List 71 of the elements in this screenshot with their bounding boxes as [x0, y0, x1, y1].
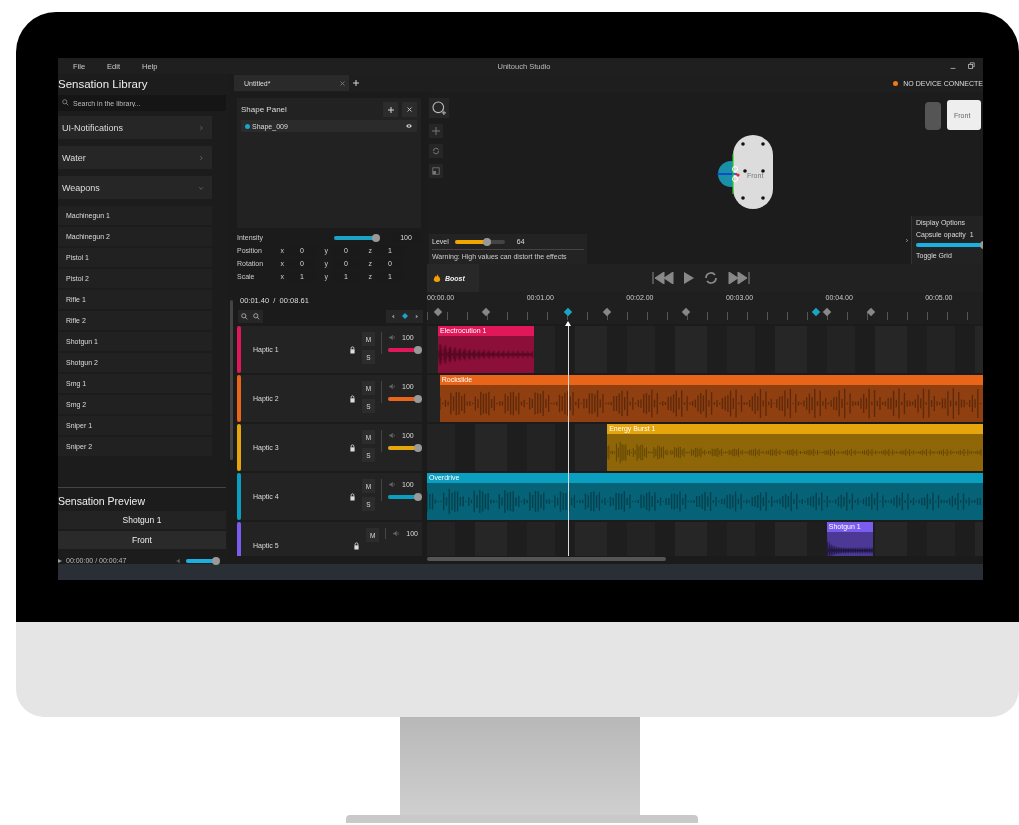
keyframe-icon[interactable] — [602, 307, 612, 317]
zoom-out-icon — [253, 312, 260, 320]
lock-icon[interactable] — [353, 541, 361, 550]
slider-thumb[interactable] — [482, 237, 491, 246]
horizontal-scrollbar[interactable] — [427, 557, 667, 561]
vertical-scrollbar[interactable] — [229, 300, 233, 460]
lock-icon[interactable] — [349, 394, 356, 403]
eye-icon[interactable] — [405, 123, 413, 129]
preview-sensation[interactable]: Shotgun 1 — [58, 511, 226, 529]
lock-icon[interactable] — [349, 492, 356, 501]
slider-thumb[interactable] — [414, 493, 422, 501]
scale-tool-button[interactable] — [429, 164, 443, 178]
keyframe-icon[interactable] — [811, 307, 820, 317]
restore-icon[interactable] — [967, 62, 975, 70]
keyframe-icon[interactable] — [433, 307, 443, 317]
category-item[interactable]: UI-Notifications — [58, 116, 212, 139]
keyframe-icon[interactable] — [681, 307, 691, 317]
close-button[interactable] — [402, 102, 417, 117]
caret-right-icon — [414, 313, 419, 319]
rotate-icon — [432, 147, 440, 155]
panel-title: Sensation Library — [58, 77, 149, 92]
keyframe-icon[interactable] — [481, 307, 491, 317]
add-shape-button[interactable] — [429, 98, 449, 118]
volume-icon — [388, 383, 396, 390]
chevron-down-icon — [198, 184, 204, 191]
loop-icon[interactable] — [704, 272, 718, 284]
close-icon — [407, 107, 412, 112]
keyframe-icon[interactable] — [867, 307, 876, 317]
add-button[interactable] — [383, 102, 398, 117]
skip-back-icon[interactable] — [652, 272, 674, 284]
close-icon — [340, 80, 345, 86]
slider-thumb[interactable] — [212, 556, 220, 565]
zoom-in-icon — [241, 312, 248, 320]
rotate-tool-button[interactable] — [429, 144, 443, 158]
keyframe-icon[interactable] — [822, 307, 831, 317]
caret-left-icon — [390, 313, 395, 319]
lock-icon[interactable] — [349, 443, 356, 452]
slider-thumb[interactable] — [372, 233, 380, 242]
volume-icon — [388, 334, 396, 341]
circle-plus-icon — [432, 101, 446, 115]
volume-icon — [176, 557, 182, 564]
play-icon — [58, 557, 62, 564]
volume-icon — [392, 530, 401, 537]
diamond-icon — [401, 313, 408, 319]
volume-icon — [388, 432, 396, 439]
scale-icon — [432, 167, 440, 175]
slider-thumb[interactable] — [414, 346, 422, 354]
chevron-right-icon — [198, 154, 204, 161]
chevron-right-icon — [905, 237, 909, 243]
play-icon[interactable] — [684, 272, 694, 284]
lock-icon[interactable] — [349, 345, 356, 354]
slider[interactable] — [916, 243, 983, 247]
zoom-out-button[interactable] — [251, 310, 262, 322]
preview-view[interactable]: Front — [58, 531, 226, 549]
status-dot — [893, 80, 899, 86]
category-item[interactable]: Water — [58, 146, 212, 169]
flame-icon — [433, 273, 441, 283]
keyframe-icon[interactable] — [563, 307, 572, 317]
plus-icon[interactable] — [353, 80, 359, 86]
chevron-right-icon — [198, 124, 204, 131]
category-item[interactable]: Weapons — [58, 176, 212, 199]
volume-icon — [388, 481, 396, 488]
shape-dot — [245, 123, 250, 129]
plus-icon — [387, 106, 394, 113]
slider[interactable] — [454, 239, 505, 244]
zoom-in-button[interactable] — [239, 310, 250, 322]
move-icon — [432, 127, 440, 135]
panel-title: Shape Panel — [241, 105, 288, 114]
skip-forward-icon[interactable] — [728, 272, 750, 284]
slider-thumb[interactable] — [414, 395, 422, 403]
slider-thumb[interactable] — [414, 444, 422, 452]
